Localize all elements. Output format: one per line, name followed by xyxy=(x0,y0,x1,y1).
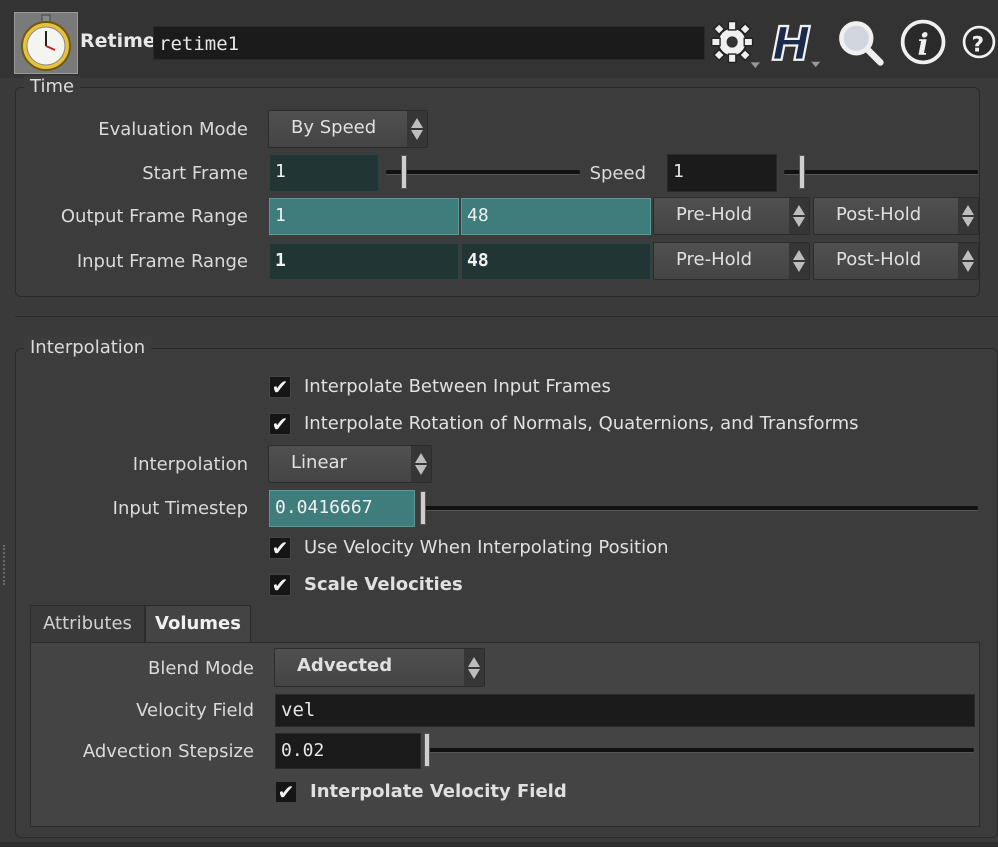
section-divider xyxy=(15,316,998,317)
speed-label: Speed xyxy=(589,163,646,184)
stopwatch-icon[interactable] xyxy=(14,12,78,74)
gear-icon[interactable] xyxy=(708,14,760,70)
speed-field[interactable]: 1 xyxy=(667,154,777,192)
output-range-start-field[interactable]: 1 xyxy=(269,198,459,235)
interp-between-checkbox[interactable]: ✔ xyxy=(269,376,291,398)
input-post-hold-menu[interactable]: Post-Hold xyxy=(813,242,979,280)
left-edge-handle[interactable] xyxy=(3,545,11,585)
advection-stepsize-label: Advection Stepsize xyxy=(82,741,254,762)
start-frame-slider-handle[interactable] xyxy=(401,155,407,189)
advection-stepsize-slider-handle[interactable] xyxy=(424,733,430,767)
updown-arrows-icon xyxy=(789,243,809,279)
advection-stepsize-slider-track[interactable] xyxy=(426,748,974,753)
evaluation-mode-label: Evaluation Mode xyxy=(98,119,248,140)
advection-stepsize-field[interactable]: 0.02 xyxy=(275,733,421,769)
node-name-field[interactable]: retime1 xyxy=(153,26,705,60)
time-legend: Time xyxy=(24,76,81,97)
speed-slider-handle[interactable] xyxy=(799,155,805,189)
scale-velocities-label: Scale Velocities xyxy=(304,574,463,595)
input-pre-hold-menu[interactable]: Pre-Hold xyxy=(653,242,810,280)
help-icon[interactable]: ? xyxy=(960,14,998,70)
input-frame-range-label: Input Frame Range xyxy=(76,251,248,272)
start-frame-slider-track[interactable] xyxy=(386,170,580,175)
tab-volumes[interactable]: Volumes xyxy=(145,605,251,643)
interpolation-mode-menu[interactable]: Linear xyxy=(268,445,432,483)
input-range-end-field[interactable]: 48 xyxy=(461,243,651,280)
input-range-start-field[interactable]: 1 xyxy=(269,243,459,280)
input-timestep-slider-handle[interactable] xyxy=(420,491,426,525)
input-timestep-field[interactable]: 0.0416667 xyxy=(269,490,415,527)
updown-arrows-icon xyxy=(789,198,809,234)
evaluation-mode-value: By Speed xyxy=(291,117,377,138)
info-icon[interactable]: i xyxy=(898,14,950,70)
velocity-field-input[interactable]: vel xyxy=(275,694,975,727)
use-velocity-checkbox[interactable]: ✔ xyxy=(269,537,291,559)
interp-velocity-field-label: Interpolate Velocity Field xyxy=(310,781,567,802)
interp-rotation-label: Interpolate Rotation of Normals, Quatern… xyxy=(304,413,859,434)
updown-arrows-icon xyxy=(411,446,431,482)
blend-mode-value: Advected xyxy=(297,655,393,676)
interp-between-label: Interpolate Between Input Frames xyxy=(304,376,611,397)
houdini-h-icon[interactable]: H xyxy=(770,14,822,70)
blend-mode-menu[interactable]: Advected xyxy=(274,648,485,687)
svg-text:?: ? xyxy=(972,33,985,58)
interpolation-legend: Interpolation xyxy=(24,337,152,358)
output-post-hold-value: Post-Hold xyxy=(836,204,922,225)
svg-text:i: i xyxy=(918,28,929,63)
search-icon[interactable] xyxy=(834,14,886,70)
use-velocity-label: Use Velocity When Interpolating Position xyxy=(304,537,669,558)
updown-arrows-icon xyxy=(464,649,484,686)
output-frame-range-label: Output Frame Range xyxy=(60,206,248,227)
scale-velocities-checkbox[interactable]: ✔ xyxy=(269,574,291,596)
input-timestep-label: Input Timestep xyxy=(112,498,248,519)
input-timestep-slider-track[interactable] xyxy=(420,506,978,511)
input-post-hold-value: Post-Hold xyxy=(836,249,922,270)
updown-arrows-icon xyxy=(958,243,978,279)
svg-text:H: H xyxy=(772,17,811,70)
output-range-end-field[interactable]: 48 xyxy=(461,198,651,235)
updown-arrows-icon xyxy=(958,198,978,234)
interp-rotation-checkbox[interactable]: ✔ xyxy=(269,413,291,435)
updown-arrows-icon xyxy=(407,111,427,147)
interp-velocity-field-checkbox[interactable]: ✔ xyxy=(275,781,297,803)
output-pre-hold-menu[interactable]: Pre-Hold xyxy=(653,197,810,235)
output-post-hold-menu[interactable]: Post-Hold xyxy=(813,197,979,235)
evaluation-mode-menu[interactable]: By Speed xyxy=(268,110,428,148)
start-frame-label: Start Frame xyxy=(142,163,248,184)
interpolation-mode-value: Linear xyxy=(291,452,347,473)
tab-attributes[interactable]: Attributes xyxy=(30,605,145,643)
node-type-label: Retime xyxy=(80,30,156,52)
bottom-divider xyxy=(0,842,998,847)
blend-mode-label: Blend Mode xyxy=(147,658,254,679)
start-frame-field[interactable]: 1 xyxy=(269,154,379,192)
speed-slider-track[interactable] xyxy=(784,170,978,175)
input-pre-hold-value: Pre-Hold xyxy=(676,249,753,270)
interpolation-mode-label: Interpolation xyxy=(132,454,248,475)
velocity-field-label: Velocity Field xyxy=(136,700,254,721)
output-pre-hold-value: Pre-Hold xyxy=(676,204,753,225)
